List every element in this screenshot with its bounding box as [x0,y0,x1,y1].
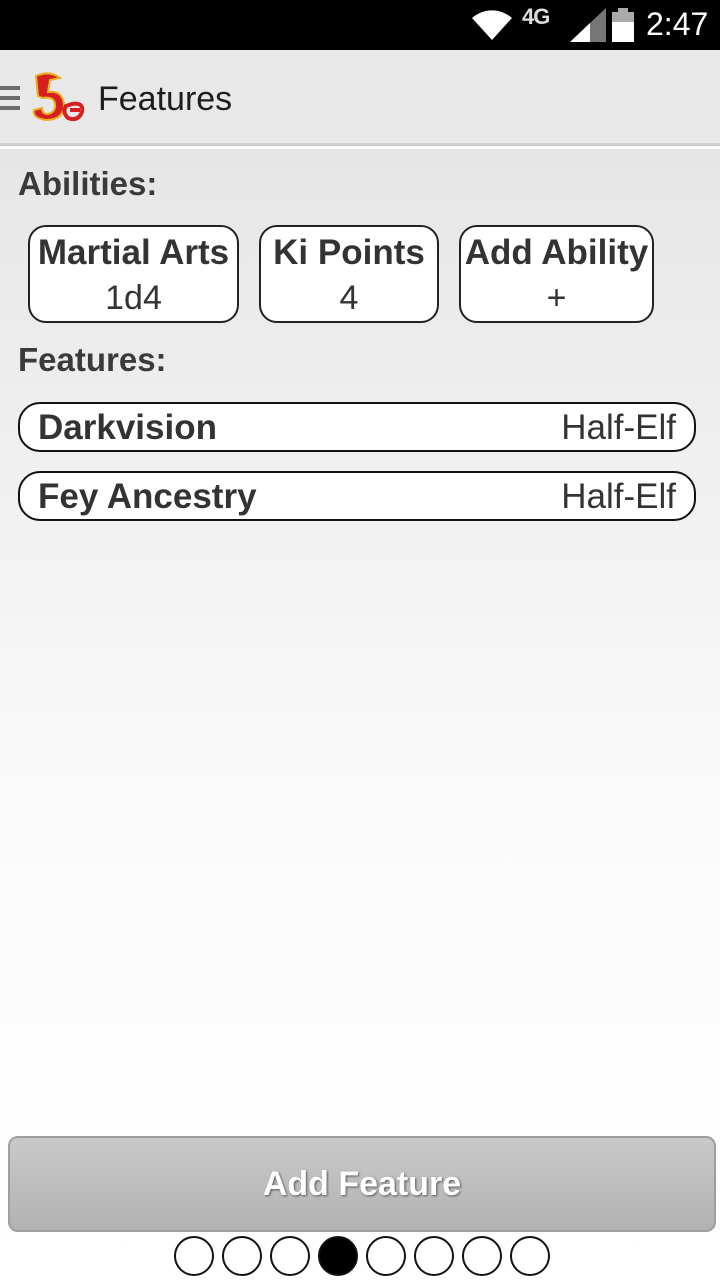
page-dot[interactable] [270,1236,310,1276]
feature-item-darkvision[interactable]: Darkvision Half-Elf [18,402,696,452]
page-indicator [174,1236,554,1278]
ability-ki-points[interactable]: Ki Points 4 [259,225,439,323]
page-dot[interactable] [366,1236,406,1276]
page-dot[interactable] [510,1236,550,1276]
features-label: Features: [18,341,167,378]
ability-value: 1d4 [105,279,162,317]
feature-item-fey-ancestry[interactable]: Fey Ancestry Half-Elf [18,471,696,521]
page-title: Features [98,80,233,118]
content-area: Abilities: Martial Arts 1d4 Ki Points 4 … [0,149,720,1280]
feature-source: Half-Elf [561,408,676,447]
feature-name: Darkvision [38,408,217,447]
battery-icon [612,8,634,42]
clock: 2:47 [646,6,709,42]
page-dot[interactable] [462,1236,502,1276]
feature-source: Half-Elf [561,477,676,516]
plus-icon: + [546,279,567,317]
add-feature-button[interactable]: Add Feature [8,1136,716,1232]
5e-dragon-logo-icon[interactable] [28,70,86,124]
page-dot[interactable] [222,1236,262,1276]
add-ability-button[interactable]: Add Ability + [459,225,654,323]
page-dot[interactable] [414,1236,454,1276]
ability-martial-arts[interactable]: Martial Arts 1d4 [28,225,239,323]
ability-name: Martial Arts [37,233,230,272]
abilities-label: Abilities: [18,165,158,202]
ability-name: Ki Points [273,233,425,272]
ability-value: 4 [339,279,359,317]
wifi-icon [472,10,512,40]
network-type: 4G [522,4,550,29]
page-dot[interactable] [174,1236,214,1276]
menu-icon[interactable] [0,86,20,114]
app-bar: Features [0,50,720,146]
add-ability-label: Add Ability [464,233,649,272]
feature-name: Fey Ancestry [38,477,257,516]
status-bar: 4G 2:47 [0,0,720,50]
page-dot-active[interactable] [318,1236,358,1276]
signal-icon [570,8,606,42]
